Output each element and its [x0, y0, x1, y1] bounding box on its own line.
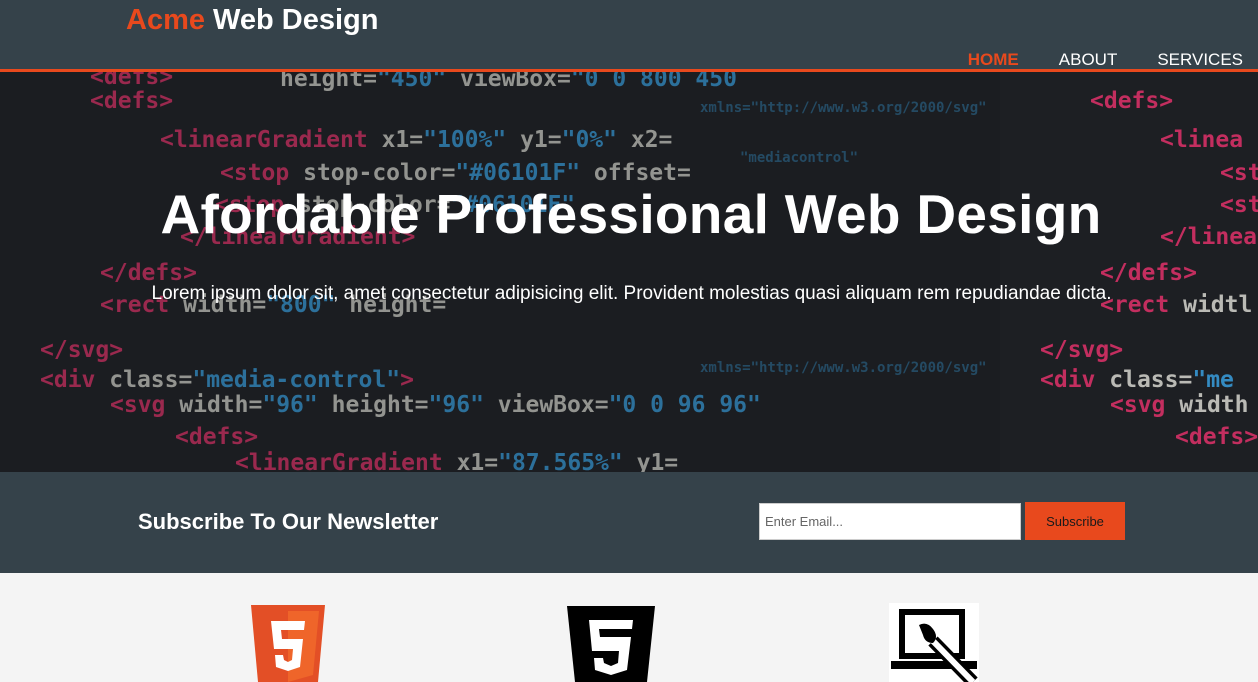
email-input[interactable]	[759, 503, 1021, 540]
hero-title: Afordable Professional Web Design	[160, 183, 1102, 245]
subscribe-button[interactable]: Subscribe	[1025, 502, 1125, 540]
css3-logo-icon	[567, 606, 655, 682]
html5-logo-icon	[251, 605, 325, 682]
web-design-brush-icon	[889, 603, 979, 682]
newsletter-section: Subscribe To Our Newsletter Subscribe	[0, 472, 1258, 573]
showcase-overlay	[0, 72, 1000, 472]
hero-text: Lorem ipsum dolor sit, amet consectetur …	[151, 283, 1112, 304]
nav-item-home[interactable]: Home	[968, 50, 1019, 70]
nav-item-about[interactable]: About	[1059, 50, 1118, 70]
nav-item-services[interactable]: Services	[1157, 50, 1243, 70]
services-boxes	[0, 573, 1258, 682]
showcase-hero: <defs> height="450" viewBox="0 0 800 450…	[0, 72, 1258, 472]
site-header: Acme Web Design Home About Services	[0, 0, 1258, 72]
brand-logo[interactable]: Acme Web Design	[126, 4, 379, 37]
brand-highlight: Acme	[126, 4, 205, 36]
main-nav: Home About Services	[943, 50, 1258, 70]
showcase-overlay-right	[1000, 72, 1258, 472]
brand-rest: Web Design	[205, 4, 379, 36]
newsletter-title: Subscribe To Our Newsletter	[138, 509, 439, 534]
